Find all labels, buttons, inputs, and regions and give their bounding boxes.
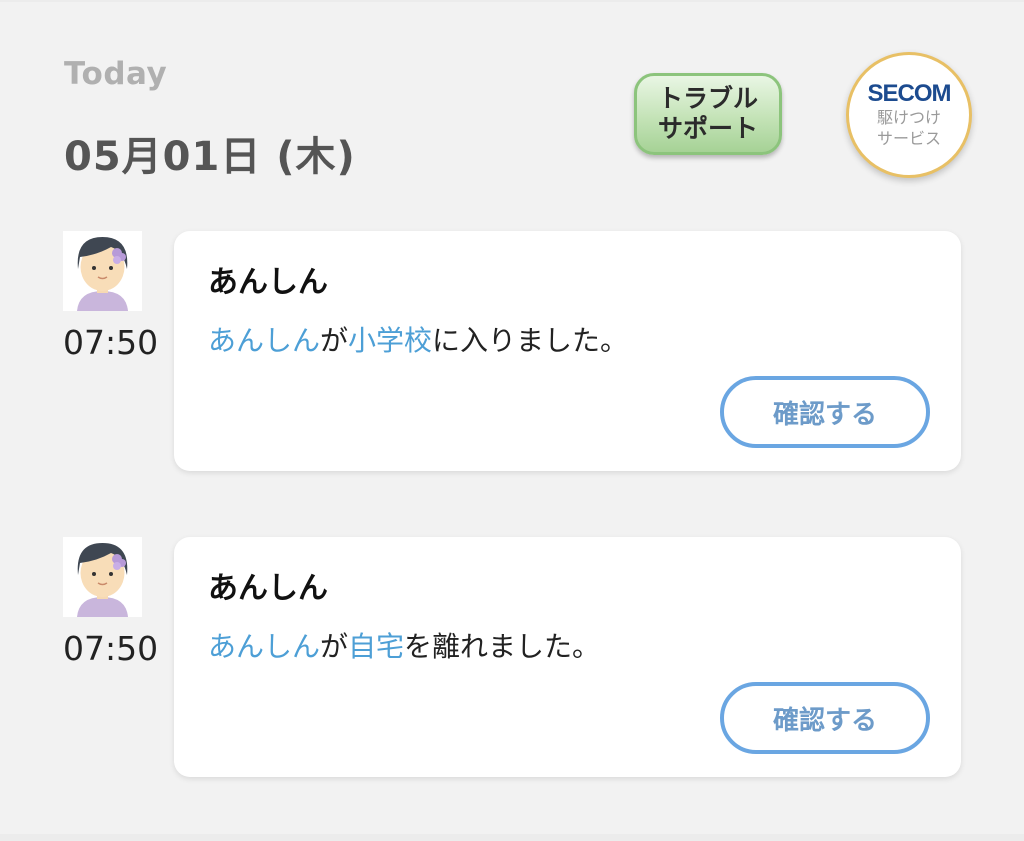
notification-card: あんしん あんしんが自宅を離れました。 確認する (174, 537, 961, 777)
top-divider (0, 0, 1024, 2)
child-name-link[interactable]: あんしん (208, 630, 320, 663)
trouble-support-label: トラブル サポート (657, 84, 758, 143)
secom-rush-service-button[interactable]: SECOM 駆けつけ サービス (846, 52, 972, 178)
place-name-link[interactable]: 小学校 (348, 324, 432, 357)
notification-title: あんしん (208, 265, 328, 300)
bottom-divider (0, 834, 1024, 841)
confirm-button[interactable]: 確認する (720, 376, 930, 448)
confirm-button[interactable]: 確認する (720, 682, 930, 754)
place-name-link[interactable]: 自宅 (348, 630, 404, 663)
notification-title: あんしん (208, 571, 328, 606)
child-avatar-icon (63, 231, 142, 311)
notification-card: あんしん あんしんが小学校に入りました。 確認する (174, 231, 961, 471)
notification-message: あんしんが小学校に入りました。 (208, 324, 629, 357)
notification-message: あんしんが自宅を離れました。 (208, 630, 601, 663)
notification-time: 07:50 (63, 323, 159, 362)
secom-sub-line2: サービス (876, 129, 941, 148)
secom-logo: SECOM (867, 80, 951, 107)
date-heading: 05月01日 (木) (64, 134, 356, 180)
trouble-support-button[interactable]: トラブル サポート (634, 73, 782, 155)
notification-time: 07:50 (63, 629, 159, 668)
notification-entry: 07:50 あんしん あんしんが自宅を離れました。 確認する (0, 537, 1024, 787)
notification-entry: 07:50 あんしん あんしんが小学校に入りました。 確認する (0, 231, 1024, 481)
child-name-link[interactable]: あんしん (208, 324, 320, 357)
secom-sub-line1: 駆けつけ (876, 108, 941, 127)
today-label: Today (64, 56, 168, 92)
child-avatar-icon (63, 537, 142, 617)
